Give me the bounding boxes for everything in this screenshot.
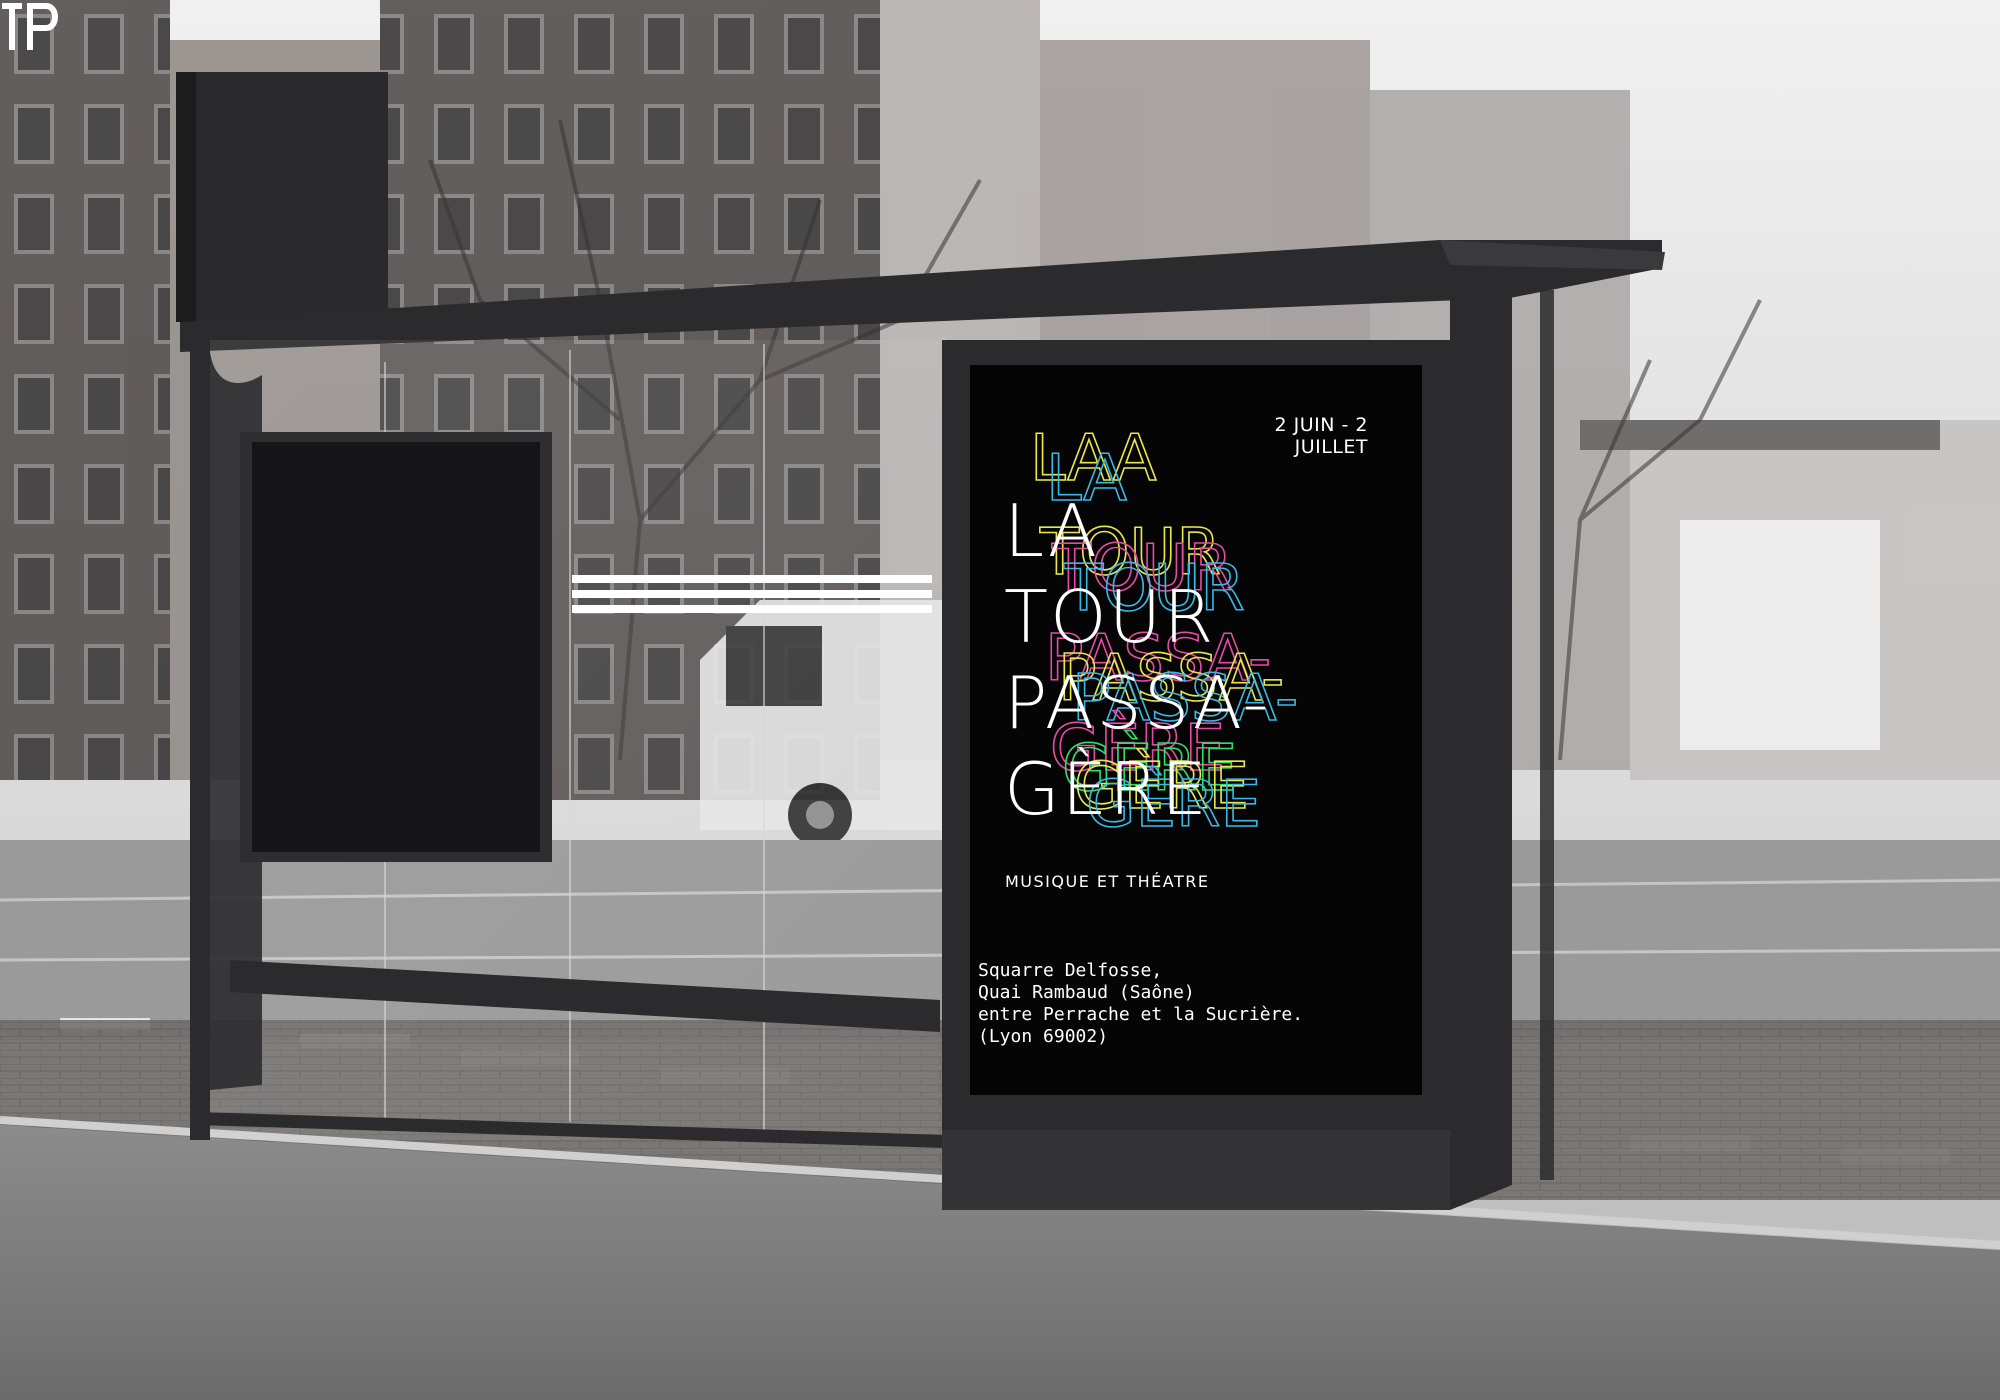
title-line-3: PASSA- — [1004, 661, 1271, 745]
address-line-1: Squarre Delfosse, — [978, 960, 1163, 981]
title-line-4: GÈRE — [1004, 747, 1209, 831]
glass-stripes — [572, 575, 932, 613]
photo-background: LAA LA TOUR TOUR TOUR PASSA- PASSA- PASS… — [0, 0, 2000, 1400]
tp-logo-icon — [2, 2, 58, 50]
title-line-2: TOUR — [1004, 575, 1216, 659]
address-line-2: Quai Rambaud (Saône) — [978, 982, 1195, 1003]
poster-title: LA TOUR PASSA- GÈRE — [1004, 488, 1270, 832]
poster-address: Squarre Delfosse, Quai Rambaud (Saône) e… — [978, 960, 1303, 1048]
address-line-3: entre Perrache et la Sucrière. — [978, 1004, 1304, 1025]
title-line-1: LA — [1004, 489, 1100, 573]
poster-dates: 2 JUIN - 2 JUILLET — [1274, 414, 1368, 458]
bus-shelter-scene: LAA LA TOUR TOUR TOUR PASSA- PASSA- PASS… — [0, 0, 2000, 1400]
address-line-4: (Lyon 69002) — [978, 1026, 1109, 1047]
poster-subtitle: MUSIQUE ET THÉATRE — [1005, 872, 1210, 891]
speaker-box — [176, 72, 388, 322]
